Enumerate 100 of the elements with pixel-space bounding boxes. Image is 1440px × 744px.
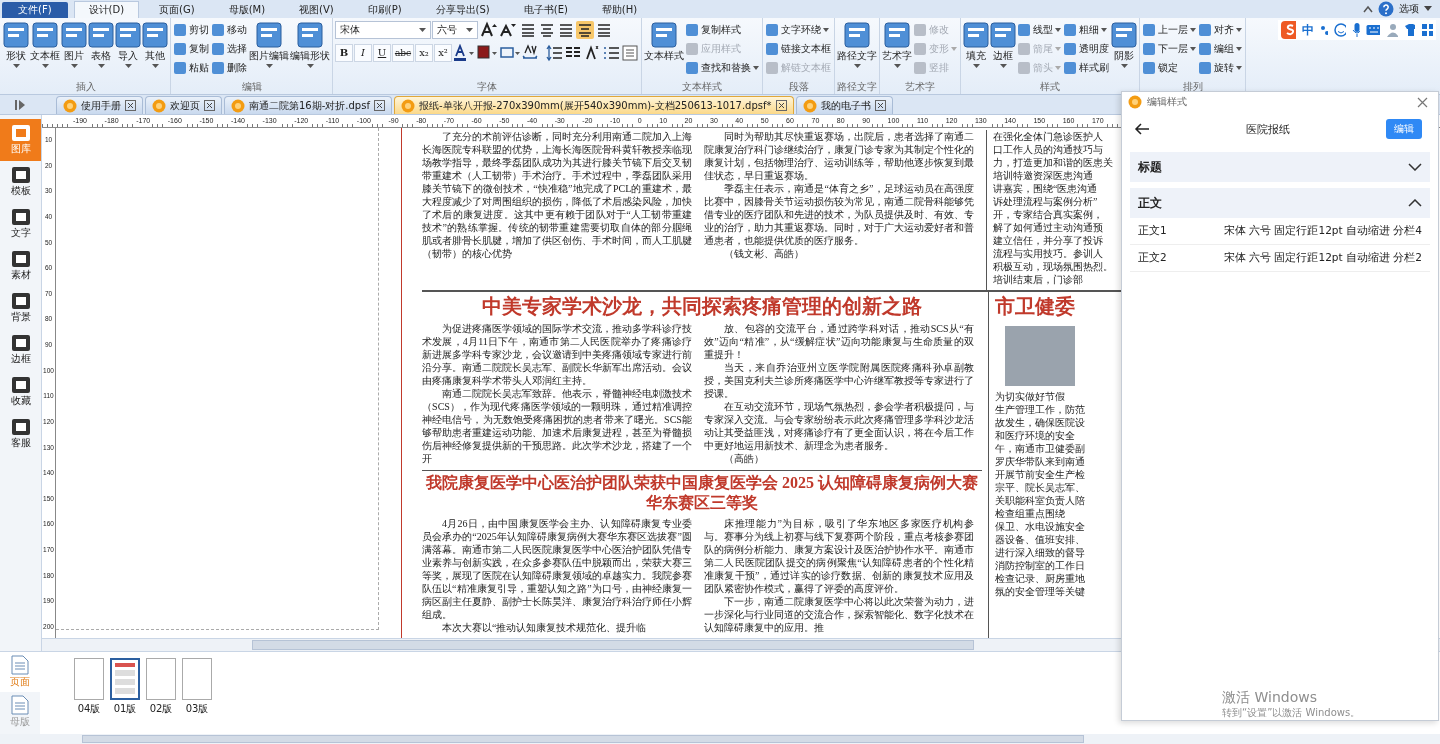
ribbon-button[interactable]: 下一层 bbox=[1142, 40, 1197, 58]
tab-label[interactable]: 欢迎页 bbox=[170, 98, 200, 113]
sidebar-item[interactable]: 文字 bbox=[0, 203, 41, 245]
ribbon-tab[interactable]: 母版(M) bbox=[214, 2, 280, 18]
help-icon[interactable] bbox=[1378, 1, 1394, 17]
sidebar-item[interactable]: 收藏 bbox=[0, 371, 41, 413]
document-tab[interactable]: 南通二院第16期-对折.dpsf bbox=[224, 96, 392, 114]
ribbon-button[interactable]: 阴影 bbox=[1111, 21, 1137, 69]
shrink-font-icon[interactable] bbox=[498, 21, 516, 39]
ribbon-button[interactable]: 文本样式 bbox=[644, 21, 684, 64]
document-tab[interactable]: 使用手册 bbox=[56, 96, 143, 114]
logo-icon[interactable] bbox=[1281, 21, 1297, 39]
collapse-icon[interactable] bbox=[1363, 5, 1373, 13]
close-icon[interactable] bbox=[1417, 96, 1428, 108]
ribbon-button[interactable]: 文字环绕 bbox=[765, 21, 832, 39]
ribbon-button[interactable]: 编组 bbox=[1198, 40, 1243, 58]
align-icon[interactable] bbox=[538, 21, 556, 39]
keyboard-icon[interactable] bbox=[1366, 24, 1380, 36]
format-button[interactable]: I bbox=[354, 44, 372, 62]
input-mode-label[interactable]: 中 bbox=[1302, 21, 1315, 39]
ribbon-button[interactable]: 图片 bbox=[61, 21, 87, 69]
ribbon-button[interactable]: 旋转 bbox=[1198, 59, 1243, 77]
shirt-icon[interactable] bbox=[1403, 23, 1416, 37]
document-tab[interactable]: 欢迎页 bbox=[145, 96, 222, 114]
ribbon-button[interactable]: 透明度 bbox=[1063, 40, 1110, 58]
ribbon-tab[interactable]: 印刷(P) bbox=[353, 2, 416, 18]
panel-toggle-icon[interactable] bbox=[14, 99, 26, 111]
ribbon-button[interactable]: 编辑形状 bbox=[290, 21, 330, 69]
ribbon-button[interactable]: 上一层 bbox=[1142, 21, 1197, 39]
grow-font-icon[interactable] bbox=[479, 21, 497, 39]
clear-format-icon[interactable] bbox=[583, 44, 601, 62]
tab-label[interactable]: 报纸-单张八开报-270x390mm(展开540x390mm)-文档250613-1017.dpsf* bbox=[418, 98, 772, 113]
smiley-icon[interactable] bbox=[1334, 23, 1347, 37]
align-icon[interactable] bbox=[595, 21, 613, 39]
align-icon[interactable] bbox=[557, 21, 575, 39]
close-icon[interactable] bbox=[373, 100, 385, 111]
format-button[interactable]: x₂ bbox=[415, 44, 433, 62]
line-spacing-icon[interactable] bbox=[545, 44, 563, 62]
section-header[interactable]: 标题 bbox=[1130, 152, 1430, 182]
ribbon-button[interactable]: 路径文字 bbox=[837, 21, 877, 69]
ribbon-tab[interactable]: 视图(V) bbox=[285, 2, 348, 18]
ribbon-tab[interactable]: 页面(G) bbox=[145, 2, 209, 18]
sidebar-item[interactable]: 边框 bbox=[0, 329, 41, 371]
format-button[interactable]: abc bbox=[392, 44, 414, 62]
file-menu[interactable]: 文件(F) bbox=[2, 2, 68, 18]
align-icon[interactable] bbox=[576, 21, 594, 39]
options-menu[interactable]: 选项 bbox=[1399, 2, 1419, 16]
sidebar-item[interactable]: 模板 bbox=[0, 161, 41, 203]
ribbon-tab[interactable]: 电子书(E) bbox=[509, 2, 582, 18]
ribbon-button[interactable]: 复制样式 bbox=[685, 21, 760, 39]
font-color-icon[interactable] bbox=[453, 44, 475, 62]
ribbon-button[interactable]: 形状 bbox=[3, 21, 29, 69]
ribbon-button[interactable]: 复制 bbox=[173, 40, 210, 58]
back-icon[interactable] bbox=[1134, 123, 1150, 135]
align-icon[interactable] bbox=[519, 21, 537, 39]
ribbon-button[interactable]: 其他 bbox=[142, 21, 168, 69]
list-icon[interactable] bbox=[602, 44, 620, 62]
close-icon[interactable] bbox=[874, 100, 886, 111]
ribbon-button[interactable]: 文本框 bbox=[30, 21, 60, 69]
microphone-icon[interactable] bbox=[1352, 23, 1361, 37]
style-row[interactable]: 正文1 宋体 六号 固定行距12pt 自动缩进 分栏4 bbox=[1130, 218, 1430, 245]
ribbon-button[interactable]: 锁定 bbox=[1142, 59, 1197, 77]
ribbon-button[interactable]: 移动 bbox=[211, 21, 248, 39]
font-size-field[interactable]: 六号 bbox=[432, 21, 478, 39]
format-button[interactable]: x² bbox=[434, 44, 452, 62]
ribbon-button[interactable]: 填充 bbox=[963, 21, 989, 69]
ribbon-button[interactable]: 对齐 bbox=[1198, 21, 1243, 39]
ribbon-button[interactable]: 粗细 bbox=[1063, 21, 1110, 39]
ribbon-button[interactable]: 边框 bbox=[990, 21, 1016, 69]
font-field[interactable]: 宋体 bbox=[335, 21, 431, 39]
format-button[interactable]: B bbox=[335, 44, 353, 62]
ribbon-button[interactable]: 链接文本框 bbox=[765, 40, 832, 58]
highlight-color-icon[interactable] bbox=[476, 44, 498, 62]
close-icon[interactable] bbox=[204, 100, 215, 111]
ribbon-button[interactable]: 删除 bbox=[211, 59, 248, 77]
ribbon-button[interactable]: 样式刷 bbox=[1063, 59, 1110, 77]
ribbon-button[interactable]: 图片编辑 bbox=[249, 21, 289, 69]
ribbon-button[interactable]: 查找和替换 bbox=[685, 59, 760, 77]
close-icon[interactable] bbox=[775, 100, 787, 111]
sidebar-item[interactable]: 客服 bbox=[0, 413, 41, 455]
close-icon[interactable] bbox=[125, 100, 136, 111]
section-header[interactable]: 正文 bbox=[1130, 188, 1430, 218]
sidebar-item[interactable]: 背景 bbox=[0, 287, 41, 329]
format-button[interactable]: U bbox=[373, 44, 391, 62]
ribbon-tab[interactable]: 设计(D) bbox=[73, 1, 140, 18]
ribbon-tab[interactable]: 分享导出(S) bbox=[421, 2, 504, 18]
ribbon-tab[interactable]: 帮助(H) bbox=[587, 2, 652, 18]
ribbon-button[interactable]: 艺术字 bbox=[882, 21, 912, 69]
ribbon-button[interactable]: 导入 bbox=[115, 21, 141, 69]
document-tab[interactable]: 我的电子书 bbox=[795, 96, 893, 114]
grid-icon[interactable] bbox=[1421, 23, 1433, 37]
ribbon-button[interactable]: 选择 bbox=[211, 40, 248, 58]
horizontal-scrollbar[interactable] bbox=[0, 734, 1440, 744]
ribbon-button[interactable]: 粘贴 bbox=[173, 59, 210, 77]
tab-label[interactable]: 南通二院第16期-对折.dpsf bbox=[249, 98, 370, 113]
style-row[interactable]: 正文2 宋体 六号 固定行距12pt 自动缩进 分栏2 bbox=[1130, 245, 1430, 272]
ribbon-button[interactable]: 线型 bbox=[1017, 21, 1062, 39]
tab-label[interactable]: 我的电子书 bbox=[820, 98, 871, 113]
document-tab[interactable]: 报纸-单张八开报-270x390mm(展开540x390mm)-文档250613-1017.dpsf* bbox=[393, 96, 794, 114]
ribbon-button[interactable]: 剪切 bbox=[173, 21, 210, 39]
